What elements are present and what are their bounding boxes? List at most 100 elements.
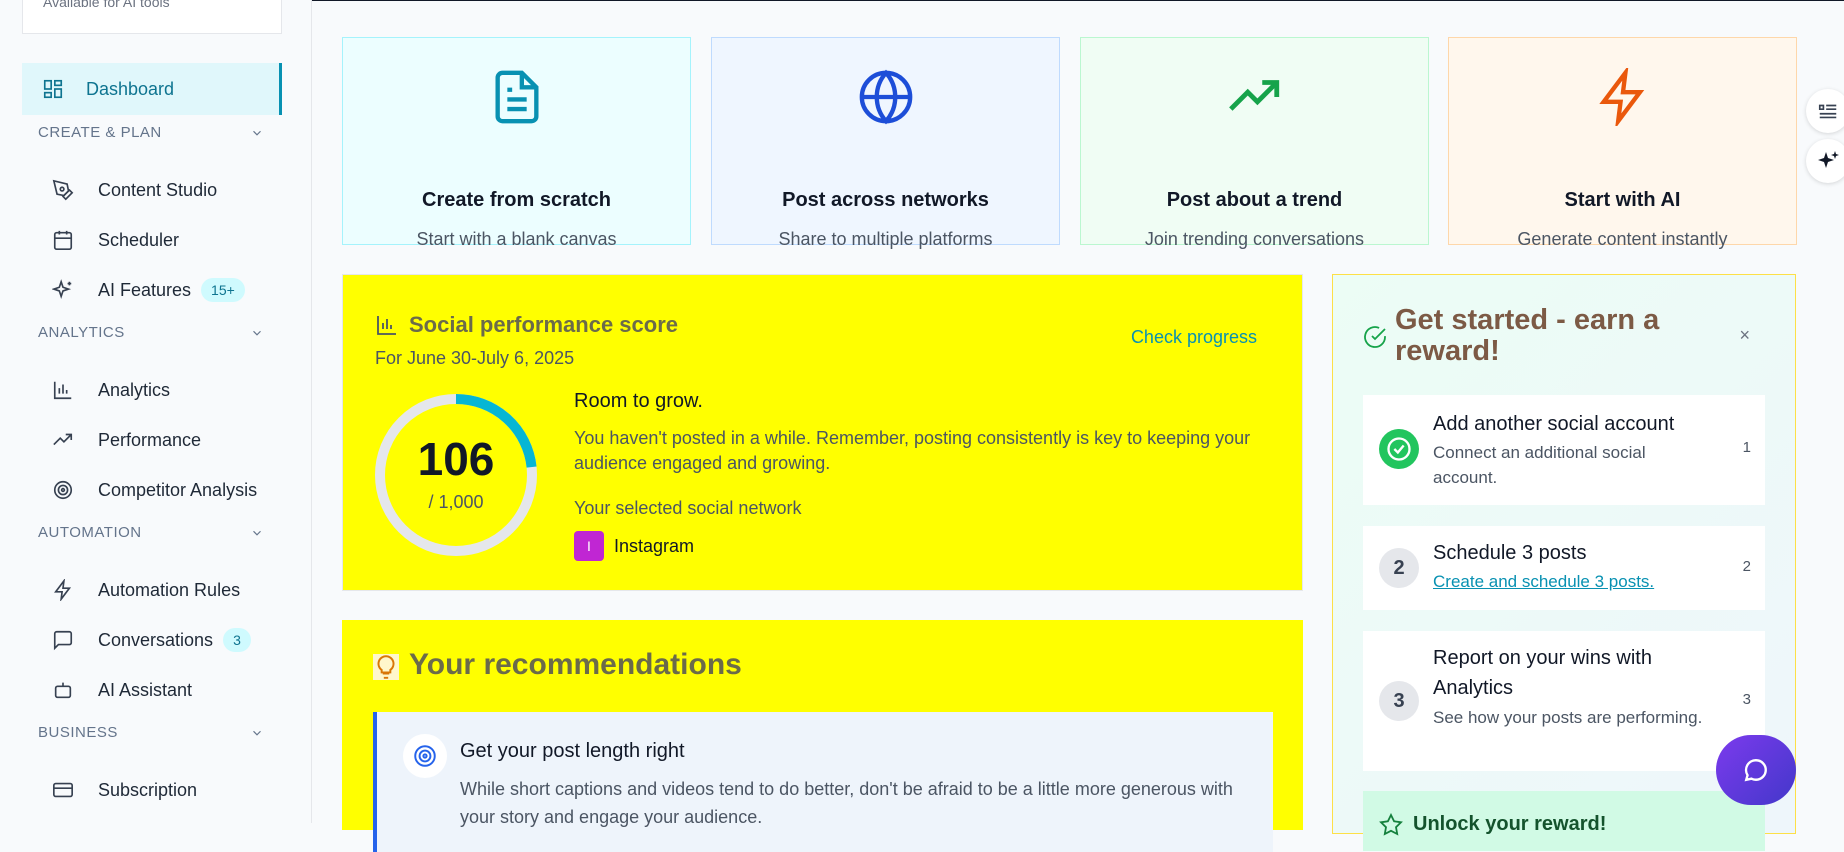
quick-action-subtitle: Share to multiple platforms bbox=[778, 229, 993, 249]
section-title: CREATE & PLAN bbox=[38, 124, 162, 141]
date-range: For June 30-July 6, 2025 bbox=[375, 348, 575, 368]
quick-action-subtitle: Join trending conversations bbox=[1144, 229, 1365, 249]
dashboard-grid-icon bbox=[43, 79, 63, 99]
unlock-text: Unlock your reward! bbox=[1413, 813, 1607, 835]
task-title: Report on your wins with Analytics bbox=[1433, 647, 1652, 699]
task-number: 2 bbox=[1742, 558, 1751, 575]
unlock-reward-banner[interactable]: Unlock your reward! bbox=[1363, 791, 1765, 851]
sidebar-item-content-studio[interactable]: Content Studio bbox=[52, 170, 292, 210]
quick-action-title: Create from scratch bbox=[422, 189, 611, 211]
chat-launcher-button[interactable] bbox=[1716, 735, 1796, 805]
chat-bubble-icon bbox=[1744, 759, 1767, 782]
score-headline: Room to grow. bbox=[574, 390, 703, 412]
get-started-title: Get started - earn a reward! bbox=[1395, 304, 1660, 367]
sidebar-item-performance[interactable]: Performance bbox=[52, 420, 292, 460]
credit-card-icon bbox=[53, 782, 73, 798]
task-schedule-posts[interactable]: 2 Schedule 3 posts Create and schedule 3… bbox=[1363, 526, 1765, 610]
selected-network[interactable]: I Instagram bbox=[574, 531, 694, 561]
bar-chart-icon bbox=[377, 316, 396, 335]
ai-floating-button[interactable] bbox=[1806, 139, 1844, 183]
section-create-plan[interactable]: CREATE & PLAN bbox=[38, 124, 264, 141]
task-add-social-account[interactable]: Add another social account Connect an ad… bbox=[1363, 395, 1765, 505]
sidebar-item-dashboard[interactable]: Dashboard bbox=[22, 63, 282, 115]
sidebar-item-label: Content Studio bbox=[98, 179, 218, 200]
chevron-down-icon bbox=[253, 130, 261, 136]
notes-floating-button[interactable] bbox=[1806, 89, 1844, 133]
score-message: You haven't posted in a while. Remember,… bbox=[574, 428, 1251, 473]
quote-list-icon bbox=[1818, 104, 1837, 119]
task-number: 3 bbox=[1742, 691, 1751, 708]
sidebar-item-label: AI Features bbox=[98, 279, 192, 300]
task-report-analytics[interactable]: 3 Report on your wins with Analytics See… bbox=[1363, 631, 1765, 771]
check-circle-icon bbox=[1364, 326, 1386, 348]
sidebar-item-label: Dashboard bbox=[86, 78, 175, 99]
document-icon bbox=[495, 70, 539, 124]
section-title: ANALYTICS bbox=[38, 324, 125, 341]
quick-action-subtitle: Start with a blank canvas bbox=[416, 229, 617, 249]
check-progress-link[interactable]: Check progress bbox=[1131, 327, 1257, 348]
recommendation-title: Get your post length right bbox=[460, 740, 685, 762]
recommendations-title: Your recommendations bbox=[409, 648, 742, 681]
score-max: / 1,000 bbox=[428, 492, 484, 512]
quick-action-title: Post about a trend bbox=[1166, 189, 1343, 211]
sparkles-icon bbox=[52, 279, 72, 300]
lightbulb-icon bbox=[373, 654, 399, 680]
sidebar-item-label: Automation Rules bbox=[98, 579, 241, 600]
sidebar-item-analytics[interactable]: Analytics bbox=[52, 370, 292, 410]
quick-action-subtitle: Generate content instantly bbox=[1517, 229, 1728, 249]
target-icon bbox=[403, 734, 447, 778]
pen-tool-icon bbox=[52, 179, 74, 201]
sparkles-icon bbox=[1818, 151, 1839, 168]
quick-action-post-across-networks[interactable]: Post across networks Share to multiple p… bbox=[711, 37, 1060, 249]
chevron-down-icon bbox=[253, 330, 261, 336]
sidebar-item-label: Conversations bbox=[98, 629, 214, 650]
network-name: Instagram bbox=[614, 535, 695, 556]
chevron-down-icon bbox=[253, 730, 261, 736]
task-title: Add another social account bbox=[1433, 413, 1675, 435]
sidebar-item-scheduler[interactable]: Scheduler bbox=[52, 220, 292, 260]
sidebar-item-label: Performance bbox=[98, 429, 202, 450]
sidebar-item-ai-assistant[interactable]: AI Assistant bbox=[52, 670, 292, 710]
task-desc: See how your posts are performing. bbox=[1433, 708, 1703, 727]
recommendation-card[interactable]: Get your post length right While short c… bbox=[373, 712, 1273, 852]
check-circle-icon bbox=[1379, 429, 1419, 469]
recommendations-panel: Your recommendations Get your post lengt… bbox=[342, 620, 1303, 852]
panel-title: Social performance score bbox=[409, 312, 679, 337]
sidebar-item-automation-rules[interactable]: Automation Rules bbox=[52, 570, 292, 610]
sidebar-item-competitor-analysis[interactable]: Competitor Analysis bbox=[52, 470, 292, 510]
sidebar: Available for AI tools Dashboard CREATE … bbox=[0, 0, 312, 823]
bot-icon bbox=[54, 682, 72, 699]
lightning-icon bbox=[54, 579, 72, 601]
task-title: Schedule 3 posts bbox=[1433, 542, 1587, 564]
trending-up-icon bbox=[53, 433, 73, 446]
close-icon[interactable]: × bbox=[1739, 325, 1750, 346]
quick-action-post-about-trend[interactable]: Post about a trend Join trending convers… bbox=[1080, 37, 1429, 249]
section-automation[interactable]: AUTOMATION bbox=[38, 524, 264, 541]
sidebar-item-label: Scheduler bbox=[98, 229, 180, 250]
sidebar-item-conversations[interactable]: Conversations 3 bbox=[52, 620, 292, 660]
star-icon bbox=[1379, 813, 1403, 836]
create-schedule-link[interactable]: Create and schedule 3 posts. bbox=[1433, 572, 1654, 592]
section-title: BUSINESS bbox=[38, 724, 118, 741]
network-label: Your selected social network bbox=[574, 498, 802, 518]
step-number-badge: 2 bbox=[1379, 548, 1419, 588]
score-value: 106 bbox=[417, 433, 495, 485]
quick-action-title: Start with AI bbox=[1564, 189, 1681, 211]
social-performance-panel: Social performance score For June 30-Jul… bbox=[342, 274, 1303, 591]
target-icon bbox=[53, 480, 73, 500]
lightning-icon bbox=[1599, 68, 1645, 126]
sidebar-item-label: Competitor Analysis bbox=[98, 479, 258, 500]
section-analytics[interactable]: ANALYTICS bbox=[38, 324, 264, 341]
quick-action-start-with-ai[interactable]: Start with AI Generate content instantly bbox=[1448, 37, 1797, 249]
globe-icon bbox=[859, 69, 913, 125]
calendar-icon bbox=[53, 230, 73, 250]
section-business[interactable]: BUSINESS bbox=[38, 724, 264, 741]
instagram-badge: I bbox=[574, 531, 604, 561]
quick-action-create-from-scratch[interactable]: Create from scratch Start with a blank c… bbox=[342, 37, 691, 249]
message-square-icon bbox=[53, 630, 73, 651]
quick-action-title: Post across networks bbox=[782, 189, 989, 211]
sidebar-item-subscription[interactable]: Subscription bbox=[52, 770, 292, 810]
sidebar-item-ai-features[interactable]: AI Features 15+ bbox=[52, 270, 292, 310]
task-desc: Connect an additional social account. bbox=[1433, 443, 1646, 487]
trending-up-icon bbox=[1229, 80, 1280, 111]
